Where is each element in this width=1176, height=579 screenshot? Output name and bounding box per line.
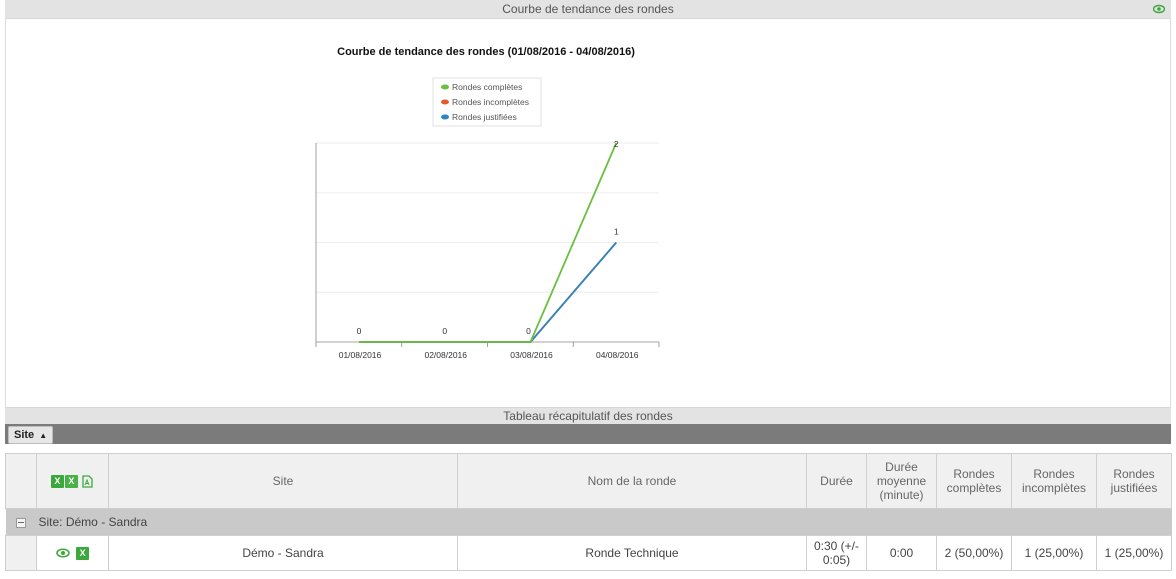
table-panel-header: Tableau récapitulatif des rondes xyxy=(5,407,1171,424)
col-header-duree-moyenne[interactable]: Durée moyenne (minute) xyxy=(866,453,937,509)
cell-completes: 2 (50,00%) xyxy=(936,535,1012,571)
group-toggle-cell[interactable] xyxy=(5,508,37,536)
data-label: 0 xyxy=(526,326,531,336)
chart-title: Courbe de tendance des rondes (01/08/201… xyxy=(337,46,635,58)
col-header-justifiees[interactable]: Rondes justifiées xyxy=(1096,453,1172,509)
row-excel-icon[interactable]: X xyxy=(76,546,90,560)
cell-duree: 0:30 (+/- 0:05) xyxy=(806,535,867,571)
legend-marker xyxy=(441,99,449,105)
view-eye-icon[interactable] xyxy=(56,546,70,560)
col-header-completes[interactable]: Rondes complètes xyxy=(936,453,1012,509)
row-actions-cell: X xyxy=(36,535,109,571)
group-by-bar: Site ▲ xyxy=(5,424,1171,444)
col-header-ronde[interactable]: Nom de la ronde xyxy=(457,453,807,509)
data-label: 2 xyxy=(614,139,619,149)
header-spacer xyxy=(5,453,37,509)
chart-panel-title: Courbe de tendance des rondes xyxy=(502,2,674,16)
col-header-incompletes[interactable]: Rondes incomplètes xyxy=(1011,453,1097,509)
collapse-icon[interactable] xyxy=(16,517,26,528)
x-tick-label: 01/08/2016 xyxy=(339,350,382,360)
data-label: 0 xyxy=(442,326,447,336)
cell-duree-moyenne: 0:00 xyxy=(866,535,937,571)
x-tick-label: 04/08/2016 xyxy=(596,350,639,360)
trend-chart: Courbe de tendance des rondes (01/08/201… xyxy=(315,46,660,360)
table-header-row: XX Site Nom de la ronde Durée Durée moye… xyxy=(5,453,1172,509)
group-row: Site: Démo - Sandra xyxy=(5,508,1172,536)
caret-up-icon: ▲ xyxy=(39,431,48,440)
col-header-duree[interactable]: Durée xyxy=(806,453,867,509)
col-header-site[interactable]: Site xyxy=(108,453,458,509)
export-icons-cell: XX xyxy=(36,453,109,509)
group-sort-label: Site xyxy=(14,429,35,441)
x-tick-label: 03/08/2016 xyxy=(510,350,553,360)
row-spacer xyxy=(5,535,37,571)
excel-icon[interactable]: X xyxy=(50,475,64,489)
legend-label: Rondes justifiées xyxy=(452,112,517,122)
cell-site: Démo - Sandra xyxy=(108,535,458,571)
legend-marker xyxy=(441,84,449,90)
data-label: 0 xyxy=(357,326,362,336)
group-label: Site: Démo - Sandra xyxy=(36,508,1172,536)
chart-area: Courbe de tendance des rondes (01/08/201… xyxy=(5,19,1171,407)
cell-incompletes: 1 (25,00%) xyxy=(1011,535,1097,571)
summary-table: XX Site Nom de la ronde Durée Durée moye… xyxy=(5,453,1172,571)
group-sort-button[interactable]: Site ▲ xyxy=(8,426,54,444)
legend-marker xyxy=(441,114,449,120)
legend-label: Rondes incomplètes xyxy=(452,97,529,107)
table-row: X Démo - Sandra Ronde Technique 0:30 (+/… xyxy=(5,535,1172,571)
eye-icon[interactable] xyxy=(1153,3,1165,15)
pdf-icon[interactable] xyxy=(81,475,94,488)
legend-label: Rondes complètes xyxy=(452,82,522,92)
table-panel-title: Tableau récapitulatif des rondes xyxy=(503,409,673,423)
chart-panel-header: Courbe de tendance des rondes xyxy=(5,0,1171,19)
cell-ronde: Ronde Technique xyxy=(457,535,807,571)
cell-justifiees: 1 (25,00%) xyxy=(1096,535,1172,571)
x-tick-label: 02/08/2016 xyxy=(424,350,467,360)
excel-export-icon[interactable]: X xyxy=(64,475,78,489)
data-label: 1 xyxy=(614,227,619,237)
